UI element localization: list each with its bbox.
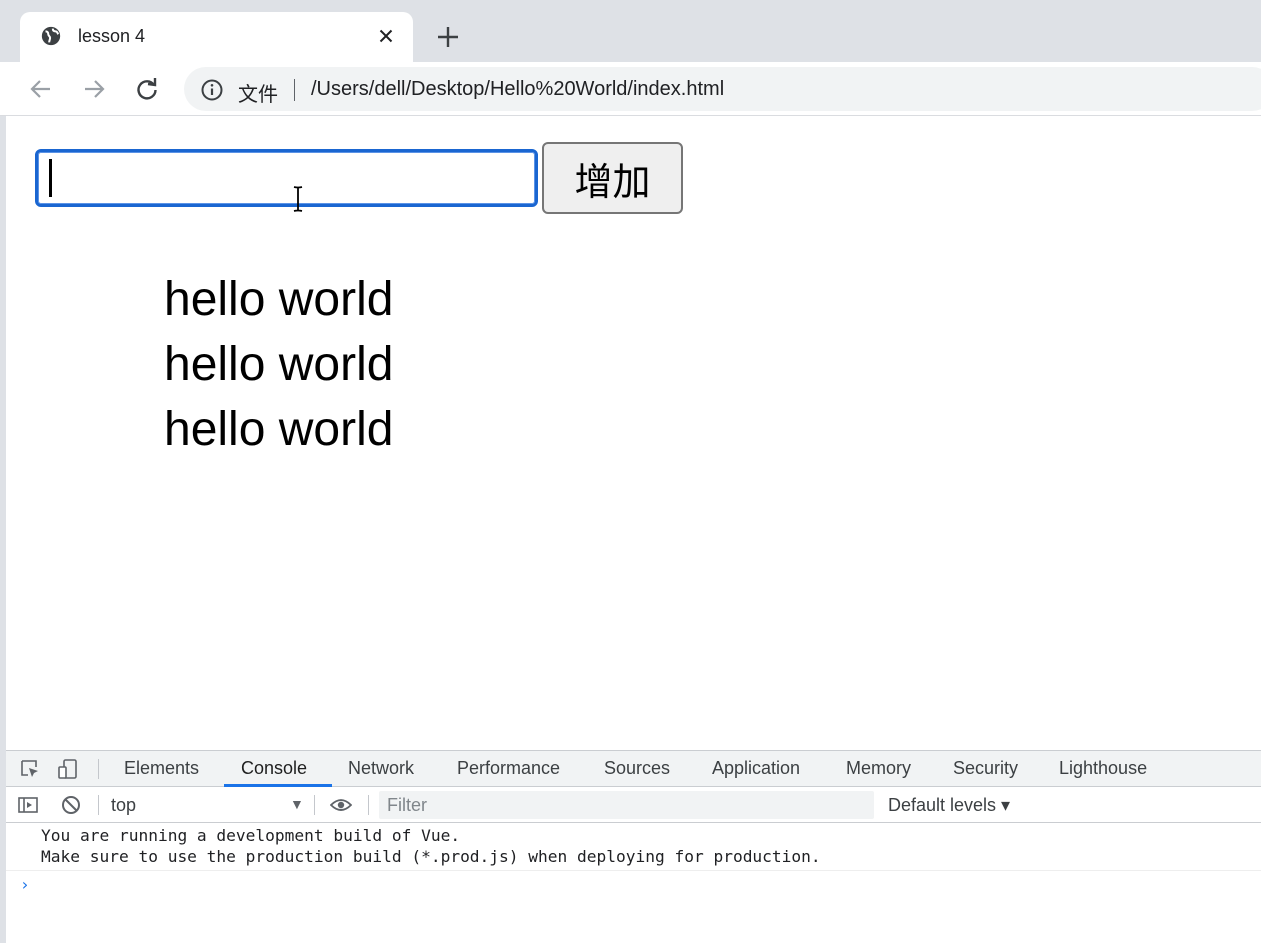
tab-elements[interactable]: Elements xyxy=(124,758,199,779)
inspect-element-icon[interactable] xyxy=(19,758,41,780)
divider xyxy=(98,795,99,815)
tab-network[interactable]: Network xyxy=(348,758,414,779)
console-message: You are running a development build of V… xyxy=(6,825,1261,871)
address-bar[interactable]: 文件 /Users/dell/Desktop/Hello%20World/ind… xyxy=(184,67,1261,111)
tab-security[interactable]: Security xyxy=(953,758,1018,779)
clear-console-icon[interactable] xyxy=(60,794,82,816)
forward-arrow-icon[interactable] xyxy=(81,76,107,102)
browser-toolbar: 文件 /Users/dell/Desktop/Hello%20World/ind… xyxy=(0,62,1261,116)
console-filter-input[interactable] xyxy=(379,791,874,819)
dropdown-arrow-icon[interactable]: ▼ xyxy=(290,796,304,812)
globe-icon xyxy=(41,26,61,46)
close-icon[interactable] xyxy=(375,25,397,47)
console-message-line: You are running a development build of V… xyxy=(41,826,461,845)
tab-console[interactable]: Console xyxy=(241,758,307,779)
tab-title: lesson 4 xyxy=(78,26,146,46)
tab-lighthouse[interactable]: Lighthouse xyxy=(1059,758,1147,779)
site-info-label[interactable]: 文件 xyxy=(238,78,278,107)
page-viewport: 增加 hello world hello world hello world xyxy=(6,117,1261,750)
todo-input[interactable] xyxy=(35,149,538,207)
browser-tab[interactable]: lesson 4 xyxy=(20,12,413,62)
list-item: hello world xyxy=(164,403,394,456)
devtools-panel: Elements Console Network Performance Sou… xyxy=(6,750,1261,943)
eye-icon[interactable] xyxy=(330,794,352,816)
divider xyxy=(294,79,295,101)
log-levels-select[interactable]: Default levels ▾ xyxy=(888,795,1010,816)
tab-strip: lesson 4 xyxy=(0,0,1261,62)
divider xyxy=(98,759,99,779)
sidebar-toggle-icon[interactable] xyxy=(17,794,39,816)
divider xyxy=(368,795,369,815)
console-output: You are running a development build of V… xyxy=(6,825,1261,871)
tab-application[interactable]: Application xyxy=(712,758,800,779)
text-cursor-icon xyxy=(293,186,303,212)
back-arrow-icon[interactable] xyxy=(28,76,54,102)
console-message-line: Make sure to use the production build (*… xyxy=(41,847,821,866)
device-toolbar-icon[interactable] xyxy=(57,758,79,780)
context-select[interactable]: top xyxy=(111,795,136,816)
console-prompt[interactable]: › xyxy=(20,875,30,894)
tab-memory[interactable]: Memory xyxy=(846,758,911,779)
list-item: hello world xyxy=(164,338,394,391)
todo-list: hello world hello world hello world xyxy=(164,267,393,462)
reload-icon[interactable] xyxy=(134,76,160,102)
plus-icon[interactable] xyxy=(434,23,462,51)
devtools-tab-bar: Elements Console Network Performance Sou… xyxy=(6,751,1261,787)
info-icon[interactable] xyxy=(200,78,224,102)
add-button[interactable]: 增加 xyxy=(542,142,683,214)
list-item: hello world xyxy=(164,273,394,326)
tab-sources[interactable]: Sources xyxy=(604,758,670,779)
console-toolbar: top ▼ Default levels ▾ xyxy=(6,787,1261,823)
url-text[interactable]: /Users/dell/Desktop/Hello%20World/index.… xyxy=(311,78,724,101)
tab-performance[interactable]: Performance xyxy=(457,758,560,779)
text-caret xyxy=(49,159,52,197)
divider xyxy=(314,795,315,815)
